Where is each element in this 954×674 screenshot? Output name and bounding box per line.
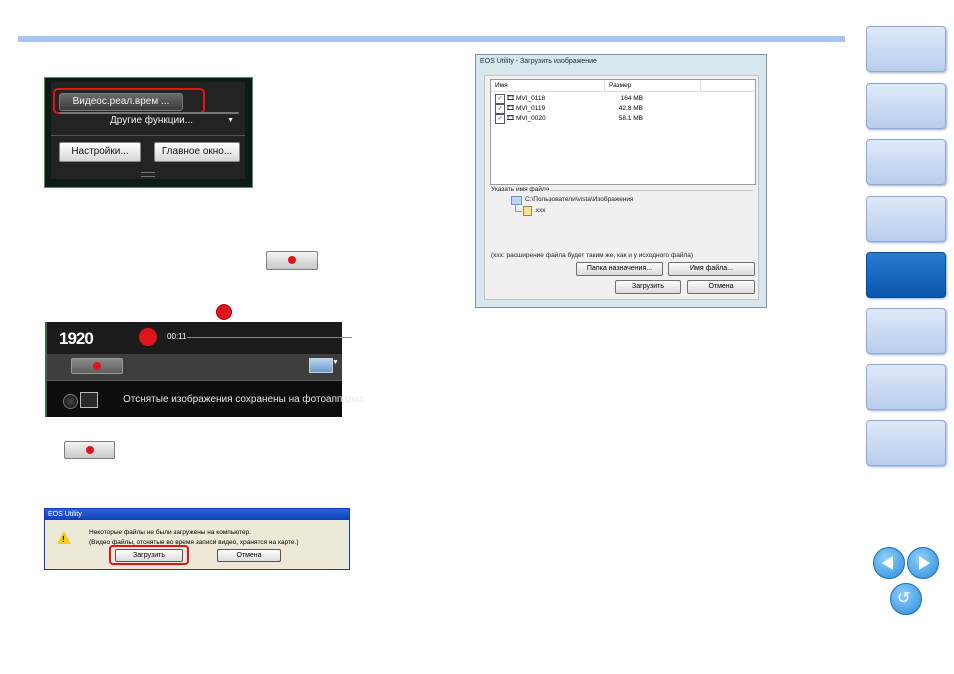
file-icon (523, 206, 532, 216)
file-name: MVI_0119 (516, 105, 546, 112)
dialog-message: Некоторые файлы не были загружены на ком… (89, 529, 251, 536)
camera-save-icon (80, 392, 98, 408)
movie-file-icon: 🎞 (506, 95, 515, 102)
destination-folder-button[interactable]: Папка назначения... (576, 262, 663, 276)
cancel-button[interactable]: Отмена (687, 280, 755, 294)
return-arrow-icon: ↺ (897, 588, 911, 607)
dialog-title: EOS Utility (45, 509, 349, 520)
camera-control-panel: Видеос.реал.врем ... Другие функции... ▼… (44, 77, 253, 188)
status-message: Отснятые изображения сохранены на фотоап… (123, 394, 366, 405)
highlight-frame (53, 88, 205, 114)
movie-record-button[interactable] (266, 251, 318, 270)
warning-mark: ! (62, 535, 65, 544)
movie-record-button[interactable] (64, 441, 115, 459)
movie-file-icon: 🎞 (506, 105, 515, 112)
callout-line (187, 337, 352, 338)
unsaved-files-dialog: EOS Utility ! Некоторые файлы не были за… (44, 508, 350, 570)
file-size: 58.1 MB (618, 115, 643, 122)
file-checkbox[interactable]: ✓ (495, 104, 505, 114)
dropdown-arrow-icon: ▼ (332, 359, 339, 366)
divider (47, 380, 342, 381)
lens-icon (63, 394, 78, 409)
nav-tab-5-active[interactable] (866, 252, 946, 298)
dialog-body: Имя Размер ✓ 🎞 MVI_0118 164 MB ✓ 🎞 MVI_0… (484, 75, 759, 300)
file-checkbox[interactable]: ✓ (495, 114, 505, 124)
file-size: 42.8 MB (618, 105, 643, 112)
recording-indicator-icon (139, 328, 157, 346)
tree-connector (515, 204, 522, 212)
movie-file-icon: 🎞 (506, 115, 515, 122)
arrow-right-icon (919, 556, 930, 570)
resize-grip-icon[interactable] (141, 172, 155, 177)
settings-button[interactable]: Настройки... (59, 142, 141, 162)
arrow-left-icon (882, 556, 893, 570)
live-view-strip: 1920 00:11 ▼ Отснятые изображения сохран… (45, 322, 365, 417)
dropdown-arrow-icon: ▼ (227, 117, 234, 124)
extension-note: (xxx: расширение файла будет таким же, к… (491, 252, 694, 259)
record-dot-icon (93, 362, 101, 370)
file-name-button[interactable]: Имя файла... (668, 262, 755, 276)
record-dot-icon (288, 256, 296, 264)
previous-page-button[interactable] (873, 547, 905, 579)
nav-tab-3[interactable] (866, 139, 946, 185)
file-list: Имя Размер ✓ 🎞 MVI_0118 164 MB ✓ 🎞 MVI_0… (490, 79, 756, 185)
movie-stop-button[interactable] (71, 358, 123, 374)
dialog-title: EOS Utility - Загрузить изображение (480, 58, 597, 65)
highlight-frame (109, 545, 189, 565)
header-bar (18, 36, 845, 42)
nav-tab-4[interactable] (866, 196, 946, 242)
return-button[interactable]: ↺ (890, 583, 922, 615)
recording-indicator-icon (216, 304, 232, 320)
other-functions-label: Другие функции... (110, 115, 194, 126)
nav-tab-8[interactable] (866, 420, 946, 466)
panel-inner: Видеос.реал.врем ... Другие функции... ▼… (51, 82, 245, 179)
divider (51, 135, 245, 136)
quality-select[interactable] (309, 358, 333, 373)
record-dot-icon (86, 446, 94, 454)
nav-tab-6[interactable] (866, 308, 946, 354)
file-name: MVI_0020 (516, 115, 546, 122)
resolution-badge: 1920 (59, 329, 94, 348)
file-extension: .xxx (534, 207, 546, 214)
file-size: 164 MB (620, 95, 643, 102)
download-button[interactable]: Загрузить (615, 280, 681, 294)
column-divider (604, 80, 605, 91)
file-name: MVI_0118 (516, 95, 546, 102)
recording-timer: 00:11 (167, 332, 187, 341)
column-header-size[interactable]: Размер (609, 82, 631, 89)
section-divider (545, 190, 753, 191)
column-divider (700, 80, 701, 91)
cancel-button[interactable]: Отмена (217, 549, 281, 562)
next-page-button[interactable] (907, 547, 939, 579)
main-window-button[interactable]: Главное окно... (154, 142, 240, 162)
folder-path: C:\Пользователи\vista\Изображения (525, 196, 634, 203)
file-checkbox[interactable]: ✓ (495, 94, 505, 104)
filename-section-label: Указать имя файла (491, 186, 550, 193)
column-header-name[interactable]: Имя (495, 82, 508, 89)
download-images-dialog: EOS Utility - Загрузить изображение Имя … (475, 54, 767, 308)
other-functions-button[interactable]: Другие функции... ▼ (59, 112, 239, 126)
nav-tab-7[interactable] (866, 364, 946, 410)
nav-tab-1[interactable] (866, 26, 946, 72)
nav-tab-2[interactable] (866, 83, 946, 129)
